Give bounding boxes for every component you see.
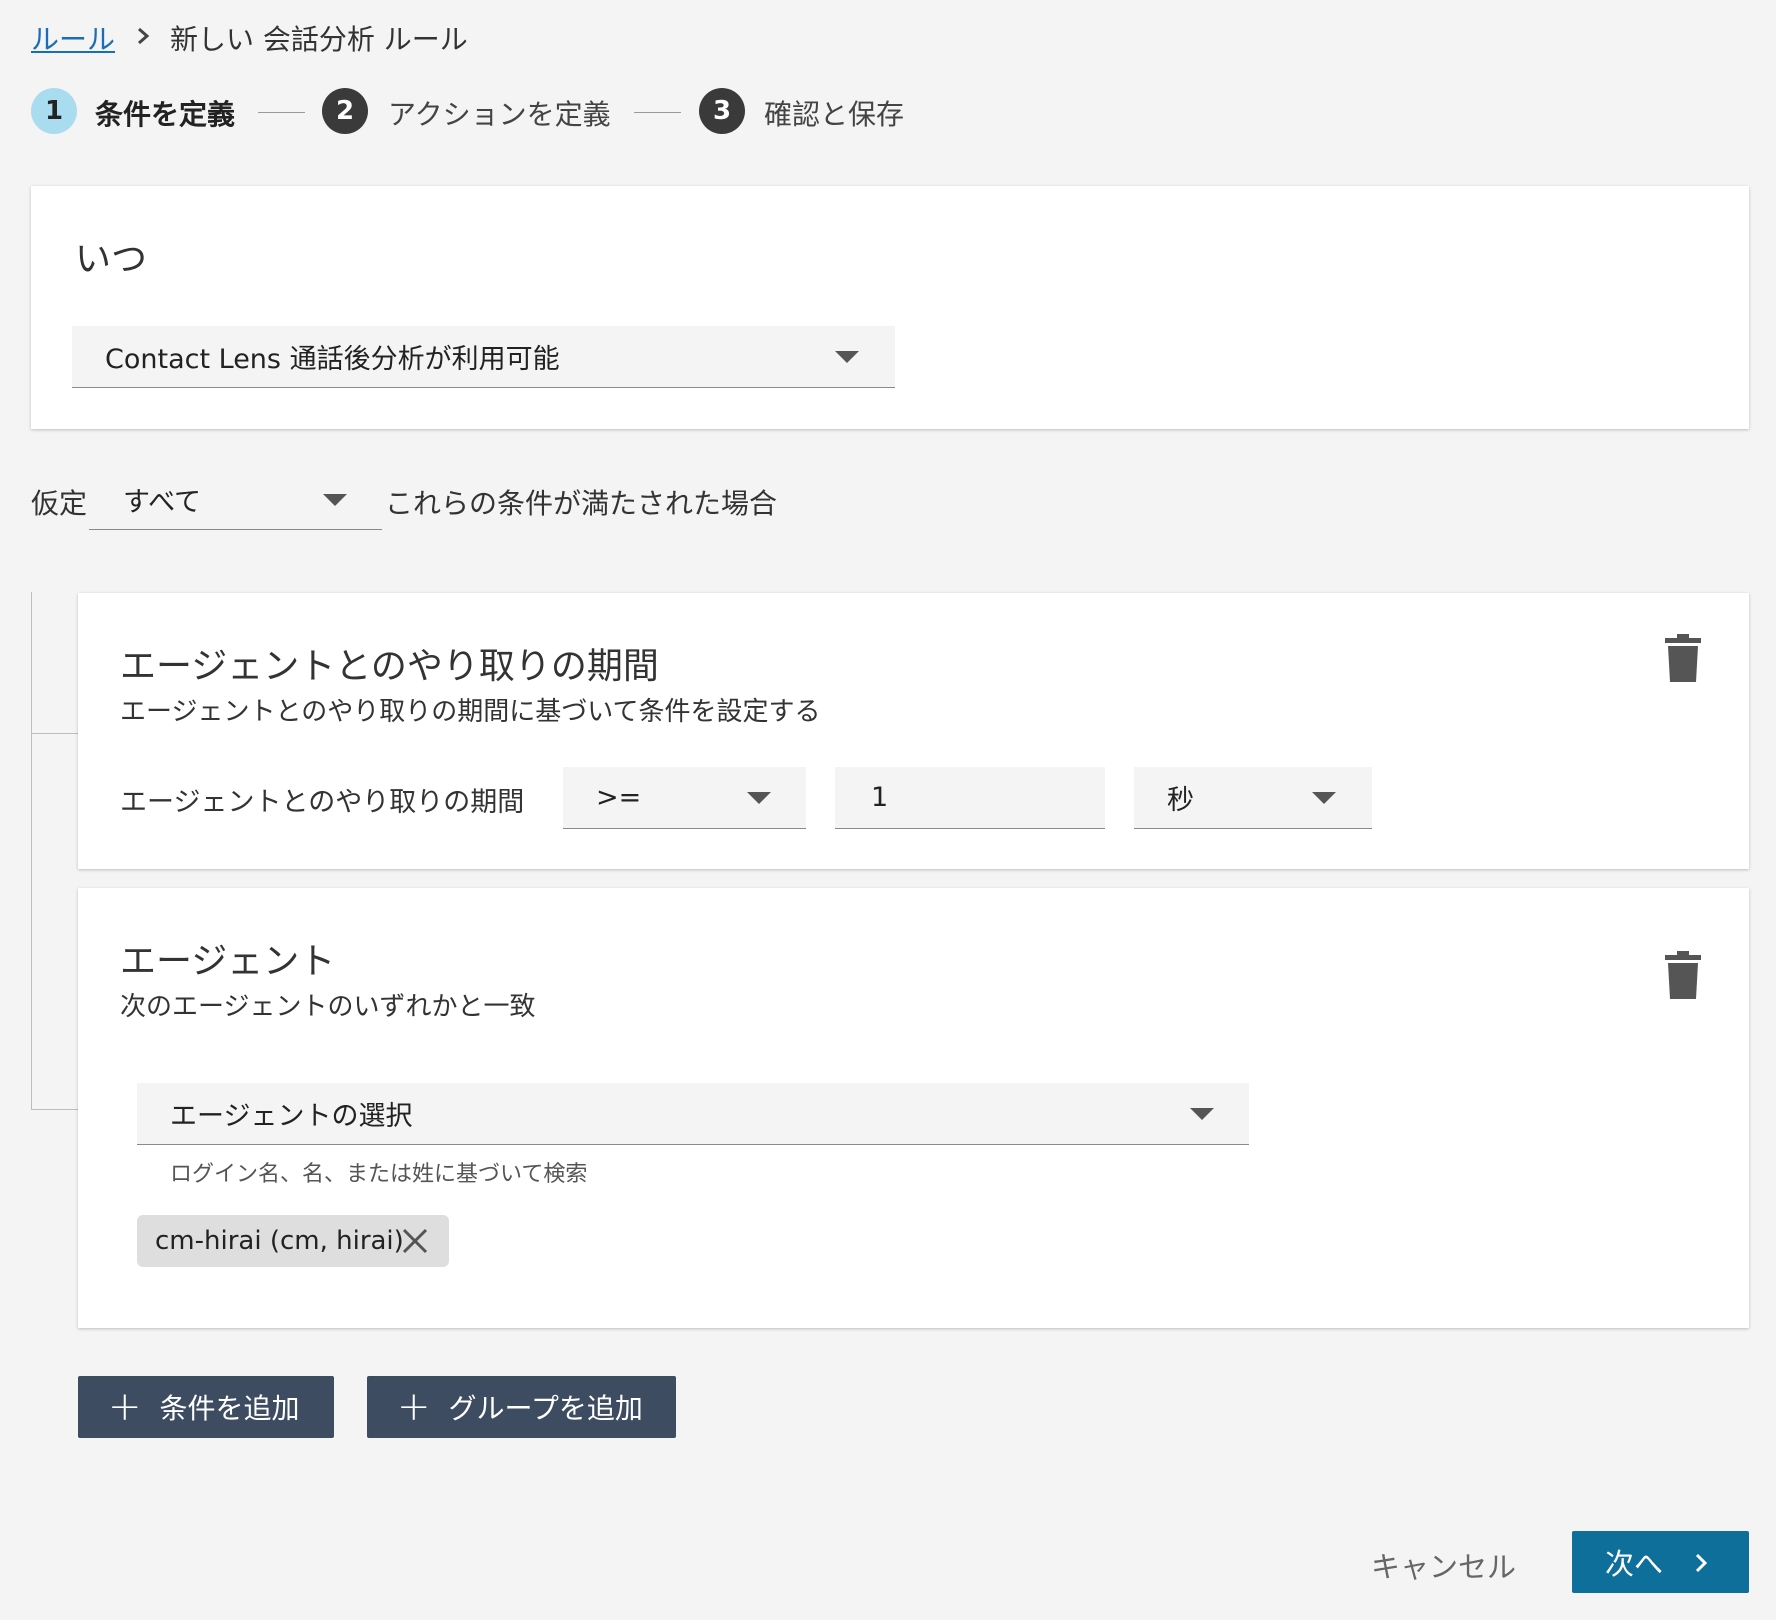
operator-select[interactable]: >= — [563, 767, 806, 829]
when-card-title: いつ — [75, 239, 148, 280]
step-1-label: 条件を定義 — [95, 98, 236, 131]
next-button-label: 次へ — [1605, 1547, 1664, 1581]
step-2-label: アクションを定義 — [388, 98, 611, 131]
plus-icon: + — [108, 1384, 142, 1430]
duration-field-label: エージェントとのやり取りの期間 — [120, 787, 525, 818]
agent-select-value: エージェントの選択 — [170, 1101, 413, 1132]
unit-select-value: 秒 — [1167, 785, 1194, 816]
group-bracket-branch — [31, 733, 78, 734]
caret-down-icon — [1190, 1108, 1214, 1120]
breadcrumb-current: 新しい 会話分析 ルール — [170, 23, 468, 56]
step-3-indicator: 3 — [699, 88, 745, 134]
when-card: いつ Contact Lens 通話後分析が利用可能 — [31, 186, 1749, 429]
match-select[interactable]: すべて — [89, 470, 382, 530]
step-1-indicator: 1 — [31, 88, 77, 134]
add-condition-label: 条件を追加 — [159, 1392, 300, 1425]
step-2-indicator: 2 — [322, 88, 368, 134]
step-connector — [634, 112, 681, 113]
condition-title: エージェント — [120, 941, 336, 982]
condition-card-duration: エージェントとのやり取りの期間 エージェントとのやり取りの期間に基づいて条件を設… — [78, 593, 1749, 869]
agent-chip: cm-hirai (cm, hirai) — [137, 1215, 449, 1267]
agent-chip-label: cm-hirai (cm, hirai) — [155, 1226, 404, 1256]
agent-select[interactable]: エージェントの選択 — [137, 1083, 1249, 1145]
add-condition-button[interactable]: + 条件を追加 — [78, 1376, 334, 1438]
group-bracket — [31, 592, 32, 1110]
step-connector — [258, 112, 305, 113]
match-select-value: すべて — [123, 487, 202, 518]
close-icon[interactable] — [402, 1228, 428, 1254]
duration-amount-value: 1 — [871, 782, 889, 813]
agent-select-hint: ログイン名、名、または姓に基づいて検索 — [170, 1162, 588, 1187]
condition-subtitle: エージェントとのやり取りの期間に基づいて条件を設定する — [120, 697, 821, 727]
operator-select-value: >= — [596, 782, 642, 813]
unit-select[interactable]: 秒 — [1134, 767, 1372, 829]
chevron-right-icon — [1695, 1553, 1708, 1573]
add-group-label: グループを追加 — [448, 1392, 643, 1425]
condition-subtitle: 次のエージェントのいずれかと一致 — [120, 992, 536, 1022]
condition-card-agent: エージェント 次のエージェントのいずれかと一致 エージェントの選択 ログイン名、… — [78, 888, 1749, 1328]
trash-icon[interactable] — [1665, 951, 1701, 999]
next-button[interactable]: 次へ — [1572, 1531, 1749, 1593]
cancel-button[interactable]: キャンセル — [1371, 1544, 1516, 1586]
group-bracket-branch — [31, 1109, 78, 1110]
chevron-right-icon — [138, 27, 150, 45]
trash-icon[interactable] — [1665, 634, 1701, 682]
condition-title: エージェントとのやり取りの期間 — [120, 646, 659, 687]
duration-amount-input[interactable]: 1 — [835, 767, 1105, 829]
caret-down-icon — [1312, 792, 1336, 804]
trigger-select-value: Contact Lens 通話後分析が利用可能 — [105, 344, 560, 375]
trigger-select[interactable]: Contact Lens 通話後分析が利用可能 — [72, 326, 895, 388]
breadcrumb-root-link[interactable]: ルール — [31, 18, 115, 58]
step-3-label: 確認と保存 — [764, 98, 905, 131]
assume-suffix: これらの条件が満たされた場合 — [385, 487, 778, 520]
assume-prefix: 仮定 — [31, 487, 88, 520]
caret-down-icon — [747, 792, 771, 804]
plus-icon: + — [397, 1384, 431, 1430]
caret-down-icon — [835, 351, 859, 363]
add-group-button[interactable]: + グループを追加 — [367, 1376, 676, 1438]
caret-down-icon — [323, 494, 347, 506]
